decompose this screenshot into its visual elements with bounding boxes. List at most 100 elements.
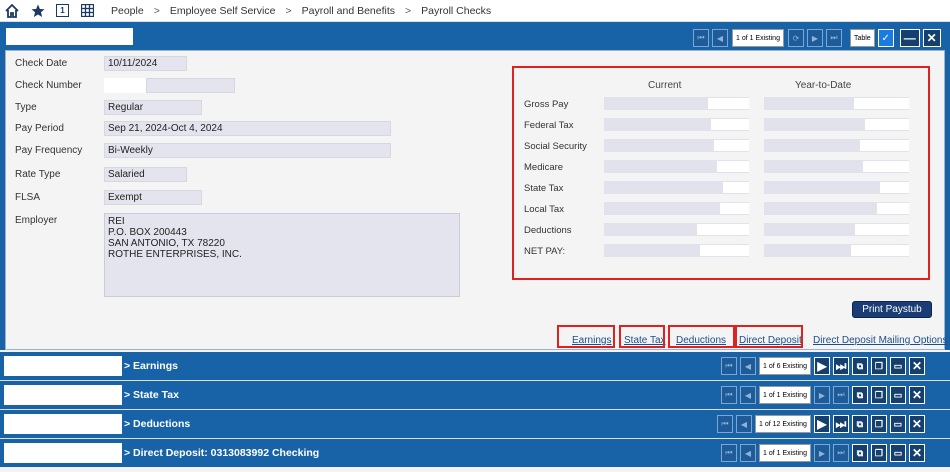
next-record-button[interactable]: ▶ [813, 357, 830, 375]
breadcrumb-employee-self-service[interactable]: Employee Self Service [170, 5, 276, 17]
copy-icon[interactable]: ❐ [870, 386, 887, 404]
expand-window-icon[interactable]: ▭ [889, 386, 906, 404]
breadcrumb-separator: > [285, 4, 292, 17]
add-record-icon[interactable]: ⧉ [851, 444, 868, 462]
current-amount-redacted [604, 160, 749, 173]
check-date-label: Check Date [15, 58, 68, 69]
ytd-amount-redacted [764, 97, 909, 110]
first-record-button[interactable]: ⏮ [721, 386, 737, 404]
totals-row-label: State Tax [524, 183, 564, 194]
copy-icon[interactable]: ❐ [870, 444, 887, 462]
first-record-button[interactable]: ⏮ [717, 415, 733, 433]
last-record-button[interactable]: ⏭ [832, 357, 849, 375]
employer-address: REI P.O. BOX 200443 SAN ANTONIO, TX 7822… [104, 213, 460, 297]
close-button[interactable]: ✕ [922, 29, 941, 47]
collapsible-section[interactable]: > Direct Deposit: 0313083992 Checking ⏮ ◀ 1… [0, 439, 950, 467]
expand-window-icon[interactable]: ▭ [889, 444, 906, 462]
highlight-earnings [557, 325, 615, 348]
check-date-value: 10/11/2024 [104, 56, 187, 71]
add-record-icon[interactable]: ⧉ [851, 357, 868, 375]
pay-frequency-value: Bi-Weekly [104, 143, 391, 158]
copy-icon[interactable]: ❐ [870, 415, 887, 433]
home-icon[interactable] [4, 3, 20, 19]
print-paystub-button[interactable]: Print Paystub [852, 301, 932, 318]
panel-title-redacted [6, 28, 133, 45]
expand-window-icon[interactable]: ▭ [889, 415, 906, 433]
section-record-controls: ⏮ ◀ 1 of 1 Existing ▶ ⏭ ⧉ ❐ ▭ ✕ [721, 444, 925, 462]
section-title: > Earnings [124, 360, 178, 372]
section-title: > Deductions [124, 418, 191, 430]
breadcrumb: People > Employee Self Service > Payroll… [111, 5, 491, 17]
pay-period-value: Sep 21, 2024-Oct 4, 2024 [104, 121, 391, 136]
copy-icon[interactable]: ❐ [870, 357, 887, 375]
highlight-deductions [668, 325, 735, 348]
section-name-redacted [4, 414, 122, 434]
ytd-amount-redacted [764, 160, 909, 173]
record-pager: 1 of 1 Existing [759, 386, 811, 404]
add-record-icon[interactable]: ⧉ [851, 415, 868, 433]
table-view-button[interactable]: Table [849, 29, 875, 47]
totals-row-label: Local Tax [524, 204, 564, 215]
last-record-button[interactable]: ⏭ [825, 29, 842, 47]
breadcrumb-separator: > [153, 4, 160, 17]
last-record-button[interactable]: ⏭ [832, 444, 849, 462]
previous-record-button[interactable]: ◀ [740, 386, 756, 404]
collapsible-section[interactable]: > Deductions ⏮ ◀ 1 of 12 Existing ▶ ⏭ ⧉ ❐ ▭ ✕ [0, 410, 950, 438]
next-record-button[interactable]: ▶ [813, 444, 830, 462]
first-record-button[interactable]: ⏮ [721, 357, 737, 375]
check-number-value [146, 78, 235, 93]
calendar-day-icon[interactable]: 1 [56, 4, 69, 17]
section-record-controls: ⏮ ◀ 1 of 12 Existing ▶ ⏭ ⧉ ❐ ▭ ✕ [717, 415, 925, 433]
expand-window-icon[interactable]: ▭ [889, 357, 906, 375]
pay-totals-table: Current Year-to-Date Gross Pay Federal Ta… [512, 66, 930, 280]
close-section-button[interactable]: ✕ [908, 357, 925, 375]
grid-menu-icon[interactable] [79, 3, 95, 19]
refresh-icon[interactable]: ⟳ [787, 29, 804, 47]
section-links: Earnings State Tax Deductions Direct Dep… [0, 330, 950, 350]
highlight-direct-deposit [735, 325, 803, 348]
minimize-button[interactable]: — [899, 29, 920, 47]
add-record-icon[interactable]: ⧉ [851, 386, 868, 404]
year-to-date-column-header: Year-to-Date [795, 80, 852, 91]
totals-row-label: Social Security [524, 141, 587, 152]
collapsible-section[interactable]: > Earnings ⏮ ◀ 1 of 6 Existing ▶ ⏭ ⧉ ❐ ▭ ✕ [0, 352, 950, 380]
close-section-button[interactable]: ✕ [908, 415, 925, 433]
record-pager: 1 of 1 Existing [732, 29, 784, 47]
next-record-button[interactable]: ▶ [806, 29, 823, 47]
breadcrumb-people[interactable]: People [111, 5, 144, 17]
breadcrumb-payroll-and-benefits[interactable]: Payroll and Benefits [302, 5, 395, 17]
close-section-button[interactable]: ✕ [908, 444, 925, 462]
last-record-button[interactable]: ⏭ [832, 415, 849, 433]
current-column-header: Current [648, 80, 682, 91]
top-navigation: 1 People > Employee Self Service > Payro… [0, 0, 950, 22]
ytd-amount-redacted [764, 118, 909, 131]
favorites-star-icon[interactable] [30, 3, 46, 19]
previous-record-button[interactable]: ◀ [740, 357, 756, 375]
previous-record-button[interactable]: ◀ [712, 29, 728, 47]
rate-type-label: Rate Type [15, 169, 61, 180]
current-amount-redacted [604, 97, 749, 110]
current-amount-redacted [604, 202, 749, 215]
check-number-label: Check Number [15, 80, 82, 91]
section-name-redacted [4, 443, 122, 463]
previous-record-button[interactable]: ◀ [736, 415, 752, 433]
first-record-button[interactable]: ⏮ [721, 444, 737, 462]
type-value: Regular [104, 100, 202, 115]
close-section-button[interactable]: ✕ [908, 386, 925, 404]
last-record-button[interactable]: ⏭ [832, 386, 849, 404]
first-record-button[interactable]: ⏮ [693, 29, 709, 47]
direct-deposit-mailing-options-link[interactable]: Direct Deposit Mailing Options [813, 335, 948, 346]
record-pager: 1 of 12 Existing [755, 415, 811, 433]
select-checkbox[interactable]: ✓ [877, 29, 894, 47]
collapsible-section[interactable]: > State Tax ⏮ ◀ 1 of 1 Existing ▶ ⏭ ⧉ ❐ ▭ ✕ [0, 381, 950, 409]
previous-record-button[interactable]: ◀ [740, 444, 756, 462]
rate-type-value: Salaried [104, 167, 187, 182]
next-record-button[interactable]: ▶ [813, 386, 830, 404]
next-record-button[interactable]: ▶ [813, 415, 830, 433]
current-amount-redacted [604, 139, 749, 152]
ytd-amount-redacted [764, 223, 909, 236]
section-name-redacted [4, 385, 122, 405]
section-title: > Direct Deposit: 0313083992 Checking [124, 447, 320, 459]
ytd-amount-redacted [764, 244, 909, 257]
totals-row-label: Gross Pay [524, 99, 569, 110]
